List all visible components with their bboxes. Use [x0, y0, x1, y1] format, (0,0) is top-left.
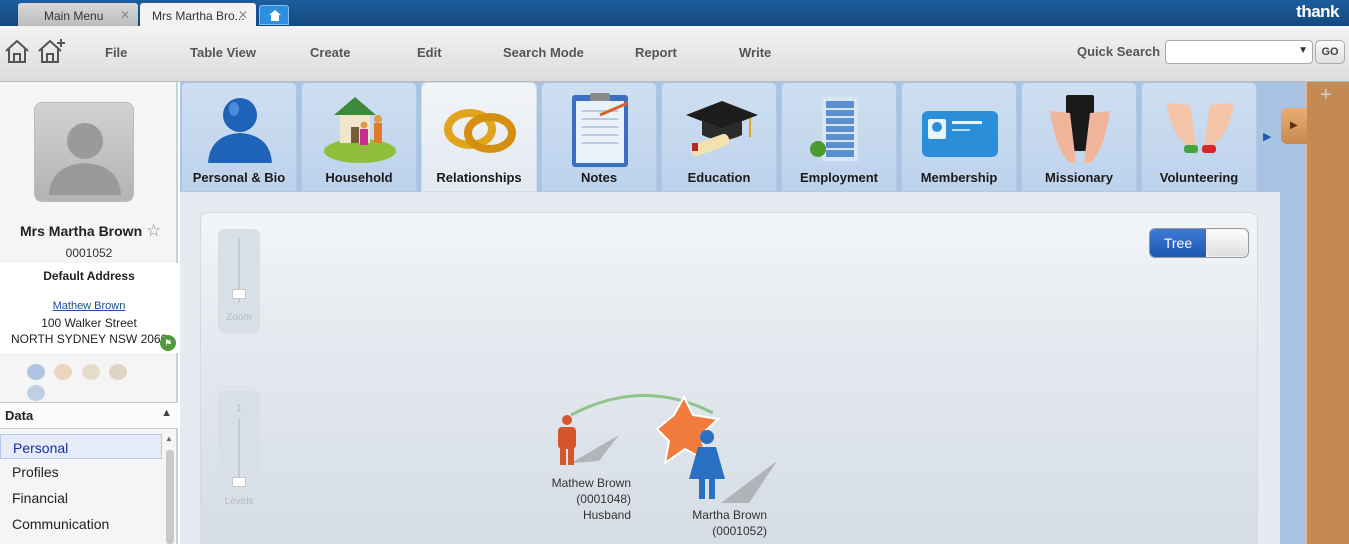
- address-contact-link[interactable]: Mathew Brown: [0, 300, 178, 312]
- chevron-up-icon[interactable]: ▲: [161, 407, 172, 419]
- tree-node-martha[interactable]: Martha Brown (0001052): [675, 507, 767, 539]
- data-list-scrollbar[interactable]: ▲: [164, 434, 176, 544]
- education-mini-icon: [109, 364, 128, 380]
- go-button[interactable]: GO: [1315, 40, 1345, 64]
- close-tab-icon[interactable]: ✕: [238, 8, 248, 22]
- tab-education[interactable]: Education: [661, 82, 777, 192]
- tab-label: Volunteering: [1159, 170, 1239, 185]
- node-relation: Husband: [582, 508, 631, 522]
- mini-category-icons: [27, 364, 147, 401]
- address-line-1: 100 Walker Street: [41, 316, 137, 330]
- menu-create[interactable]: Create: [310, 45, 350, 60]
- tab-household[interactable]: Household: [301, 82, 417, 192]
- dropdown-arrow-icon[interactable]: ▼: [1298, 45, 1308, 56]
- scroll-up-icon[interactable]: ▲: [165, 434, 173, 443]
- favourite-star-icon[interactable]: ☆: [146, 221, 161, 241]
- tab-missionary[interactable]: Missionary: [1021, 82, 1137, 192]
- menu-edit[interactable]: Edit: [417, 45, 442, 60]
- data-section-header[interactable]: Data ▲: [0, 402, 178, 429]
- tree-node-mathew[interactable]: Mathew Brown (0001048) Husband: [541, 475, 631, 523]
- tab-membership[interactable]: Membership: [901, 82, 1017, 192]
- brand-logo: thank: [1296, 2, 1339, 21]
- node-id: (0001048): [576, 492, 631, 506]
- data-list: Personal Profiles Financial Communicatio…: [0, 434, 162, 537]
- household-mini-icon: [54, 364, 73, 380]
- menu-table-view[interactable]: Table View: [190, 45, 256, 60]
- menu-bar: File Table View Create Edit Search Mode …: [0, 26, 1349, 82]
- rings-icon: [444, 109, 516, 153]
- node-id: (0001052): [712, 524, 767, 538]
- relationship-tree-canvas[interactable]: Tree Zoom 1 Levels Mathew Brown (0001048…: [200, 212, 1258, 544]
- add-home-icon[interactable]: [37, 38, 67, 64]
- address-title: Default Address: [43, 269, 135, 283]
- main-area: Personal & Bio Household Relationships N…: [180, 82, 1305, 544]
- tab-label: Membership: [920, 170, 998, 185]
- tab-label: Education: [687, 170, 751, 185]
- quick-search-label: Quick Search: [1077, 44, 1161, 59]
- rings-mini-icon: [81, 364, 100, 380]
- profile-photo[interactable]: [34, 102, 134, 202]
- quick-search-input[interactable]: ▼: [1165, 40, 1313, 64]
- map-location-icon[interactable]: ⚑: [160, 335, 176, 351]
- household-icon: [324, 97, 396, 163]
- window-tab-martha-brown[interactable]: Mrs Martha Bro... ✕: [140, 3, 256, 26]
- window-tab-label: Main Menu: [44, 9, 104, 23]
- corkboard-toggle[interactable]: ▶: [1281, 108, 1307, 144]
- tab-employment[interactable]: Employment: [781, 82, 897, 192]
- node-name: Martha Brown: [692, 508, 767, 522]
- expand-right-icon: ▶: [1290, 120, 1298, 131]
- profile-id: 0001052: [65, 246, 113, 260]
- window-tab-bar: Main Menu ✕ Mrs Martha Bro... ✕ thank: [0, 0, 1349, 26]
- address-line-2: NORTH SYDNEY NSW 2060: [11, 332, 168, 346]
- data-item-financial[interactable]: Financial: [0, 485, 162, 511]
- home-icon[interactable]: [3, 38, 31, 64]
- new-tab-button[interactable]: [259, 5, 289, 25]
- tab-personal-bio[interactable]: Personal & Bio: [181, 82, 297, 192]
- graduation-cap-icon: [686, 101, 758, 157]
- window-tab-label: Mrs Martha Bro...: [152, 9, 245, 23]
- close-tab-icon[interactable]: ✕: [120, 8, 130, 22]
- tab-relationships[interactable]: Relationships: [421, 82, 537, 192]
- home-icon: [269, 10, 281, 21]
- menu-file[interactable]: File: [105, 45, 127, 60]
- female-person-star-icon: [655, 394, 777, 503]
- data-item-communication[interactable]: Communication: [0, 511, 162, 537]
- default-address-box: Default Address Mathew Brown 100 Walker …: [0, 263, 178, 353]
- avatar-silhouette-icon: [49, 123, 121, 195]
- tab-label: Employment: [799, 170, 878, 185]
- data-section-title: Data: [5, 408, 34, 423]
- office-building-icon: [810, 97, 858, 161]
- tab-label: Notes: [580, 170, 618, 185]
- data-item-profiles[interactable]: Profiles: [0, 459, 162, 485]
- tab-label: Missionary: [1045, 170, 1113, 185]
- node-name: Mathew Brown: [551, 476, 631, 490]
- membership-card-icon: [922, 111, 998, 157]
- add-note-icon[interactable]: +: [1320, 84, 1332, 107]
- window-tab-main-menu[interactable]: Main Menu ✕: [18, 3, 138, 26]
- scroll-tabs-right-icon[interactable]: ▶: [1263, 130, 1271, 143]
- bible-hands-icon: [1050, 95, 1110, 163]
- tab-volunteering[interactable]: Volunteering: [1141, 82, 1257, 192]
- menu-search-mode[interactable]: Search Mode: [503, 45, 584, 60]
- notepad-icon: [572, 93, 629, 167]
- person-bust-icon: [208, 98, 272, 163]
- data-item-personal[interactable]: Personal: [0, 434, 162, 459]
- relationship-tree-graphic: [558, 394, 777, 503]
- menu-report[interactable]: Report: [635, 45, 677, 60]
- tab-label: Relationships: [436, 170, 522, 185]
- corkboard-panel: [1305, 82, 1349, 544]
- tab-label: Household: [325, 170, 393, 185]
- scrollbar-thumb[interactable]: [166, 450, 174, 544]
- tab-label: Personal & Bio: [192, 170, 286, 185]
- menu-write[interactable]: Write: [739, 45, 771, 60]
- helping-hands-icon: [1166, 103, 1234, 153]
- membership-mini-icon: [27, 385, 45, 401]
- male-person-icon: [558, 415, 619, 465]
- left-panel: Mrs Martha Brown ☆ 0001052 Default Addre…: [0, 82, 178, 544]
- relationships-panel: Tree Zoom 1 Levels Mathew Brown (0001048…: [180, 192, 1280, 544]
- tab-notes[interactable]: Notes: [541, 82, 657, 192]
- person-mini-icon: [27, 364, 45, 380]
